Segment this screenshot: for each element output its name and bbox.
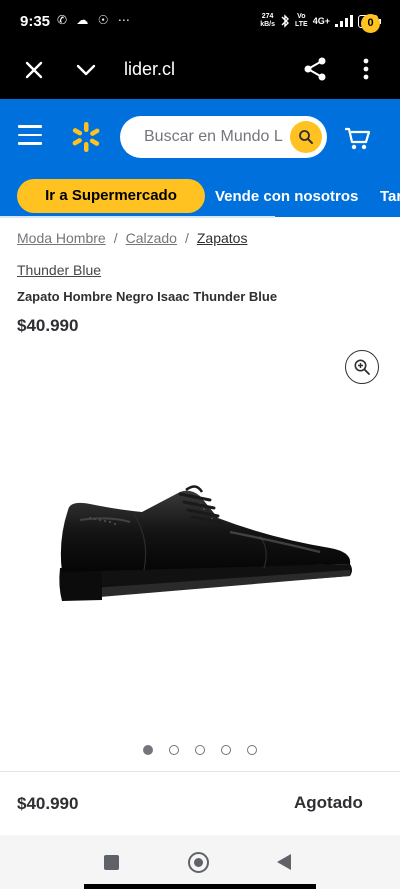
- divider: [0, 771, 400, 772]
- sell-with-us-link[interactable]: Vende con nosotros: [215, 188, 358, 205]
- walmart-spark-icon[interactable]: [70, 121, 102, 153]
- footer-price: $40.990: [17, 794, 79, 813]
- product-price: $40.990: [17, 316, 79, 335]
- browser-toolbar: lider.cl: [0, 44, 400, 99]
- carousel-dot[interactable]: [143, 745, 153, 755]
- carousel-dot[interactable]: [221, 745, 231, 755]
- chevron-down-icon[interactable]: [74, 58, 98, 82]
- search-icon: [299, 130, 313, 144]
- signal-type: 4G+: [312, 16, 330, 26]
- volte-indicator: Vo LTE: [295, 13, 308, 29]
- volte-top: Vo: [297, 13, 306, 20]
- supermarket-pill-button[interactable]: Ir a Supermercado: [17, 179, 205, 213]
- image-carousel-dots: [143, 745, 257, 755]
- close-icon[interactable]: [22, 58, 46, 82]
- network-speed-value: 274: [261, 13, 274, 20]
- signal-bars-icon: [334, 15, 353, 27]
- status-bar: 9:35 ✆ ☁ ☉ ⋯ 274 kB/s Vo LTE 4G+ 69: [0, 0, 400, 44]
- product-image-shoe[interactable]: [50, 470, 360, 620]
- status-time: 9:35: [20, 13, 51, 30]
- recent-apps-icon[interactable]: [104, 855, 119, 870]
- product-title: Zapato Hombre Negro Isaac Thunder Blue: [17, 289, 278, 304]
- home-indicator: [84, 884, 316, 889]
- hamburger-icon[interactable]: [18, 125, 42, 147]
- site-header: [0, 99, 400, 175]
- notification-icons: ✆ ☁ ☉ ⋯: [57, 13, 133, 27]
- share-icon[interactable]: [302, 56, 328, 82]
- breadcrumb-item-moda-hombre[interactable]: Moda Hombre: [17, 230, 106, 246]
- bluetooth-icon: [281, 14, 290, 28]
- network-speed-unit: kB/s: [260, 21, 276, 28]
- carousel-dot[interactable]: [169, 745, 179, 755]
- breadcrumb: Moda Hombre / Calzado / Zapatos: [17, 230, 247, 246]
- home-icon[interactable]: [188, 852, 209, 873]
- category-nav-strip: Ir a Supermercado Vende con nosotros Tar: [0, 175, 400, 217]
- cart-icon[interactable]: [343, 123, 373, 153]
- kebab-menu-icon[interactable]: [356, 56, 376, 82]
- breadcrumb-separator: /: [184, 230, 189, 246]
- breadcrumb-separator: /: [113, 230, 118, 246]
- carousel-dot[interactable]: [195, 745, 205, 755]
- back-icon[interactable]: [277, 854, 291, 870]
- breadcrumb-item-calzado[interactable]: Calzado: [126, 230, 177, 246]
- cart-count-badge: 0: [361, 14, 380, 33]
- url-display[interactable]: lider.cl: [124, 59, 175, 80]
- brand-link[interactable]: Thunder Blue: [17, 262, 101, 278]
- search-box: [120, 116, 327, 158]
- zoom-icon: [354, 359, 370, 375]
- breadcrumb-item-zapatos[interactable]: Zapatos: [197, 230, 248, 246]
- nav-scroll-indicator: [0, 216, 275, 218]
- android-navigation-bar: [0, 835, 400, 889]
- volte-bottom: LTE: [295, 21, 308, 28]
- carousel-dot[interactable]: [247, 745, 257, 755]
- zoom-button[interactable]: [345, 350, 379, 384]
- network-speed: 274 kB/s: [260, 13, 275, 29]
- out-of-stock-label: Agotado: [294, 793, 363, 812]
- nav-link-truncated[interactable]: Tar: [380, 188, 400, 205]
- search-input[interactable]: [144, 116, 284, 158]
- search-button[interactable]: [290, 121, 322, 153]
